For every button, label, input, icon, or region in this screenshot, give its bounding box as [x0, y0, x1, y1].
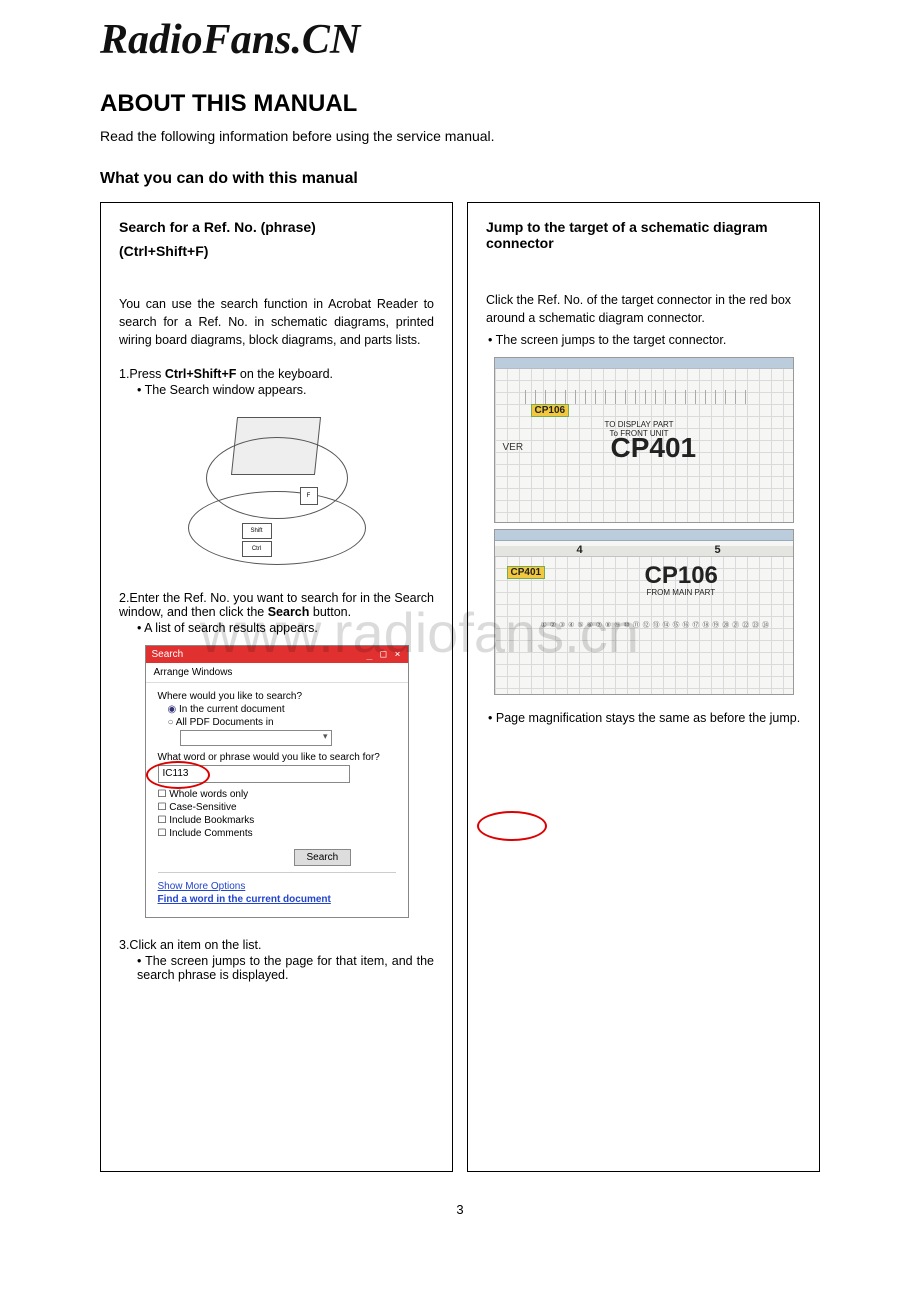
search-button[interactable]: Search: [294, 849, 352, 866]
ruler-mark-5: 5: [495, 544, 793, 554]
subheading: What you can do with this manual: [100, 170, 820, 188]
left-desc: You can use the search function in Acrob…: [119, 295, 434, 349]
brand-header: RadioFans.CN: [0, 0, 920, 72]
intro-text: Read the following information before us…: [100, 128, 820, 144]
chk-include-comments[interactable]: Include Comments: [158, 828, 396, 839]
left-panel: Search for a Ref. No. (phrase) (Ctrl+Shi…: [100, 202, 453, 1172]
right-panel-title: Jump to the target of a schematic diagra…: [486, 219, 801, 251]
step-1-keys: Ctrl+Shift+F: [165, 367, 237, 381]
ver-label: VER: [503, 442, 524, 453]
search-window-titlebar: Search _ □ ×: [146, 646, 408, 663]
schematic-figure: CP106 VER TO DISPLAY PART To FRONT UNIT …: [494, 357, 794, 695]
left-panel-subtitle: (Ctrl+Shift+F): [119, 243, 434, 259]
pin-numbers: ① ② ③ ④ ⑤ ⑥ ⑦ ⑧ ⑨ ⑩ ⑪ ⑫ ⑬ ⑭ ⑮ ⑯ ⑰ ⑱ ⑲ ⑳ …: [541, 620, 770, 630]
right-desc: Click the Ref. No. of the target connect…: [486, 291, 801, 327]
radio-all-pdf[interactable]: All PDF Documents in: [168, 717, 396, 728]
laptop-illustration: F Shift Ctrl: [182, 407, 372, 577]
key-f: F: [300, 487, 318, 505]
schematic-toolbar: [495, 530, 793, 541]
content: ABOUT THIS MANUAL Read the following inf…: [0, 90, 920, 1217]
search-window-title: Search: [152, 649, 184, 660]
chk-include-bookmarks[interactable]: Include Bookmarks: [158, 815, 396, 826]
right-bullet-1: The screen jumps to the target connector…: [488, 333, 801, 347]
step-1-pre: 1.Press: [119, 367, 165, 381]
pin-row: [525, 390, 755, 404]
page-title: ABOUT THIS MANUAL: [100, 90, 820, 118]
highlight-circle-icon: [146, 761, 210, 789]
link-find-word[interactable]: Find a word in the current document: [158, 894, 396, 905]
connector-badge-cp106[interactable]: CP106: [531, 404, 570, 417]
cp106-subtitle: FROM MAIN PART: [647, 588, 716, 597]
cp106-label: CP106: [645, 562, 718, 590]
step-2: 2.Enter the Ref. No. you want to search …: [119, 591, 434, 619]
schematic-bottom: 4 5 CP401 CP106 FROM MAIN PART ① ② ③ ④ ⑤…: [494, 529, 794, 695]
cp401-label: CP401: [611, 432, 697, 464]
chk-case-sensitive[interactable]: Case-Sensitive: [158, 802, 396, 813]
step-3: 3.Click an item on the list.: [119, 938, 434, 952]
radio-current-doc[interactable]: In the current document: [168, 704, 396, 715]
step-2-post: button.: [309, 605, 351, 619]
key-shift: Shift: [242, 523, 272, 539]
search-window: Search _ □ × Arrange Windows Where would…: [145, 645, 409, 918]
step-1-post: on the keyboard.: [236, 367, 333, 381]
arrange-windows-label: Arrange Windows: [154, 667, 233, 678]
step-1-bullet: The Search window appears.: [137, 383, 434, 397]
step-3-bullet: The screen jumps to the page for that it…: [137, 954, 434, 982]
right-panel: Jump to the target of a schematic diagra…: [467, 202, 820, 1172]
chk-whole-words[interactable]: Whole words only: [158, 789, 396, 800]
pdf-location-dropdown[interactable]: [180, 730, 332, 746]
window-controls-icon[interactable]: _ □ ×: [366, 649, 401, 660]
left-panel-title: Search for a Ref. No. (phrase): [119, 219, 434, 235]
step-2-bullet: A list of search results appears.: [137, 621, 434, 635]
link-more-options[interactable]: Show More Options: [158, 881, 396, 892]
key-ctrl: Ctrl: [242, 541, 272, 557]
right-bullet-2: Page magnification stays the same as bef…: [488, 711, 801, 725]
schematic-top: CP106 VER TO DISPLAY PART To FRONT UNIT …: [494, 357, 794, 523]
page-number: 3: [100, 1202, 820, 1217]
step-1: 1.Press Ctrl+Shift+F on the keyboard.: [119, 367, 434, 381]
connector-badge-cp401[interactable]: CP401: [507, 566, 546, 579]
step-2-btn: Search: [268, 605, 310, 619]
laptop-ellipse: [188, 491, 366, 565]
where-label: Where would you like to search?: [158, 691, 396, 702]
arrange-windows-row[interactable]: Arrange Windows: [146, 663, 408, 683]
